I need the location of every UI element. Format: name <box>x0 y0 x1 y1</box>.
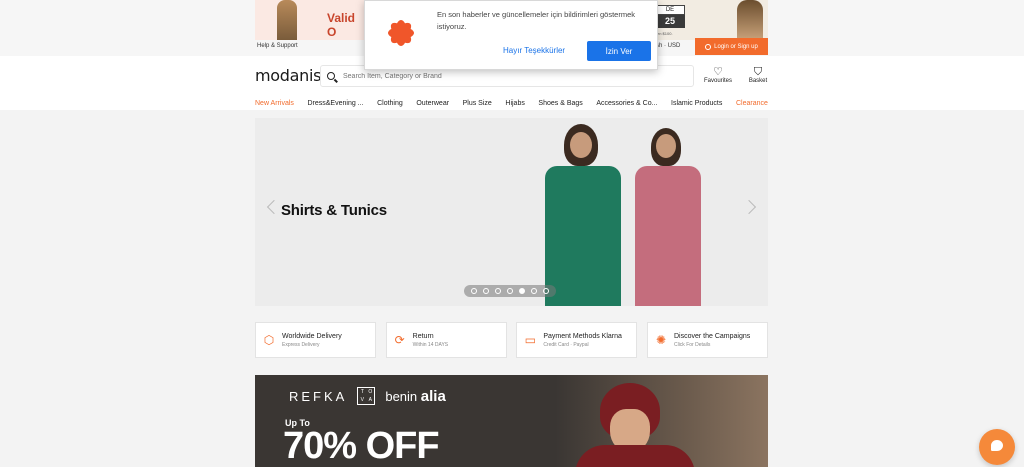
login-signup-label: Login or Sign up <box>714 43 758 50</box>
page: Valid O Help & Support DE 25 en $100. sh… <box>0 0 1024 467</box>
feature-subtitle: Credit Card · Paypal <box>543 341 589 348</box>
nav-item-shoes-bags[interactable]: Shoes & Bags <box>538 100 582 107</box>
promo-right-model-image <box>737 0 763 40</box>
carousel-dot-active[interactable] <box>519 288 525 294</box>
feature-worldwide-delivery[interactable]: ⬡ Worldwide Delivery Express Delivery <box>255 322 376 358</box>
campaign-icon: ✺ <box>655 333 666 347</box>
basket-label: Basket <box>748 78 768 84</box>
hero-model-green <box>537 118 629 306</box>
carousel-dot[interactable] <box>483 288 489 294</box>
carousel-dot[interactable] <box>471 288 477 294</box>
banner-brands: REFKA TO VA benin alia <box>289 387 446 405</box>
nav-item-clothing[interactable]: Clothing <box>377 100 403 107</box>
search-icon[interactable] <box>327 72 335 80</box>
hero-title: Shirts & Tunics <box>281 202 387 219</box>
carousel-prev-arrow-icon[interactable] <box>266 199 282 215</box>
deny-notifications-button[interactable]: Hayır Teşekkürler <box>503 41 565 61</box>
language-currency-selector[interactable]: sh · USD <box>656 43 680 49</box>
nav-item-dress-evening[interactable]: Dress&Evening ... <box>307 100 363 107</box>
banner-discount-text: 70% OFF <box>283 425 440 467</box>
nav-item-new-arrivals[interactable]: New Arrivals <box>255 100 294 107</box>
promo-small-text: en $100. <box>657 31 673 36</box>
brand-tuva-logo: TO VA <box>357 387 376 405</box>
box-icon: ⬡ <box>263 333 275 347</box>
hero-model-pink <box>627 118 711 306</box>
brand-benin-alia: benin alia <box>385 387 446 405</box>
feature-subtitle: Express Delivery <box>282 341 320 348</box>
heart-icon: ♡ <box>713 66 723 78</box>
favourites-label: Favourites <box>703 78 732 84</box>
basket-icon: ⛉ <box>753 66 763 78</box>
notification-message: En son haberler ve güncellemeler için bi… <box>437 10 636 31</box>
banner-model-body <box>575 445 695 467</box>
nav-item-clearance[interactable]: Clearance <box>736 100 768 107</box>
favourites-button[interactable]: ♡ Favourites <box>698 66 738 84</box>
nav-item-hijabs[interactable]: Hijabs <box>505 100 524 107</box>
nav-item-plus-size[interactable]: Plus Size <box>463 100 492 107</box>
feature-title: Payment Methods Klarna <box>543 332 622 340</box>
feature-title: Worldwide Delivery <box>282 332 342 340</box>
service-features: ⬡ Worldwide Delivery Express Delivery ⟳ … <box>255 322 768 358</box>
feature-subtitle: Within 14 DAYS <box>412 341 449 348</box>
promo-left-text: Valid O <box>327 11 356 39</box>
feature-return[interactable]: ⟳ Return Within 14 DAYS <box>385 322 507 358</box>
sale-banner[interactable]: REFKA TO VA benin alia Up To 70% OFF <box>255 375 768 467</box>
allow-notifications-button[interactable]: İzin Ver <box>587 41 651 61</box>
promo-banner-right[interactable]: DE 25 en $100. <box>655 0 768 40</box>
search-input[interactable] <box>343 72 643 80</box>
hero-carousel[interactable]: Shirts & Tunics <box>255 118 768 306</box>
feature-title: Return <box>412 332 434 340</box>
carousel-dot[interactable] <box>531 288 537 294</box>
chat-bubble-icon[interactable] <box>979 429 1015 465</box>
carousel-next-arrow-icon[interactable] <box>741 199 757 215</box>
nav-item-outerwear[interactable]: Outerwear <box>416 100 449 107</box>
login-signup-button[interactable]: Login or Sign up <box>695 38 768 55</box>
carousel-dot[interactable] <box>507 288 513 294</box>
feature-campaigns[interactable]: ✺ Discover the Campaigns Click For Detai… <box>646 322 768 358</box>
carousel-dot[interactable] <box>495 288 501 294</box>
carousel-dot[interactable] <box>543 288 549 294</box>
category-nav: New Arrivals Dress&Evening ... Clothing … <box>255 96 768 110</box>
promo-code-label: DE <box>655 5 685 15</box>
return-icon: ⟳ <box>394 333 405 347</box>
help-support-link[interactable]: Help & Support <box>257 43 298 49</box>
payment-icon: ▭ <box>524 333 536 347</box>
notification-permission-popup: En son haberler ve güncellemeler için bi… <box>364 0 658 70</box>
feature-title: Discover the Campaigns <box>673 332 751 340</box>
user-icon <box>705 43 712 50</box>
flower-logo-icon <box>388 20 414 46</box>
feature-payment-methods[interactable]: ▭ Payment Methods Klarna Credit Card · P… <box>516 322 638 358</box>
carousel-pagination <box>464 285 556 297</box>
feature-subtitle: Click For Details <box>673 341 711 348</box>
nav-item-islamic-products[interactable]: Islamic Products <box>671 100 722 107</box>
brand-refka: REFKA <box>289 388 348 404</box>
basket-button[interactable]: ⛉ Basket <box>738 66 778 84</box>
promo-code-number: 25 <box>655 15 685 28</box>
promo-model-image <box>277 0 297 40</box>
promo-banner-left[interactable]: Valid O <box>255 0 365 40</box>
nav-item-accessories[interactable]: Accessories & Co... <box>596 100 657 107</box>
